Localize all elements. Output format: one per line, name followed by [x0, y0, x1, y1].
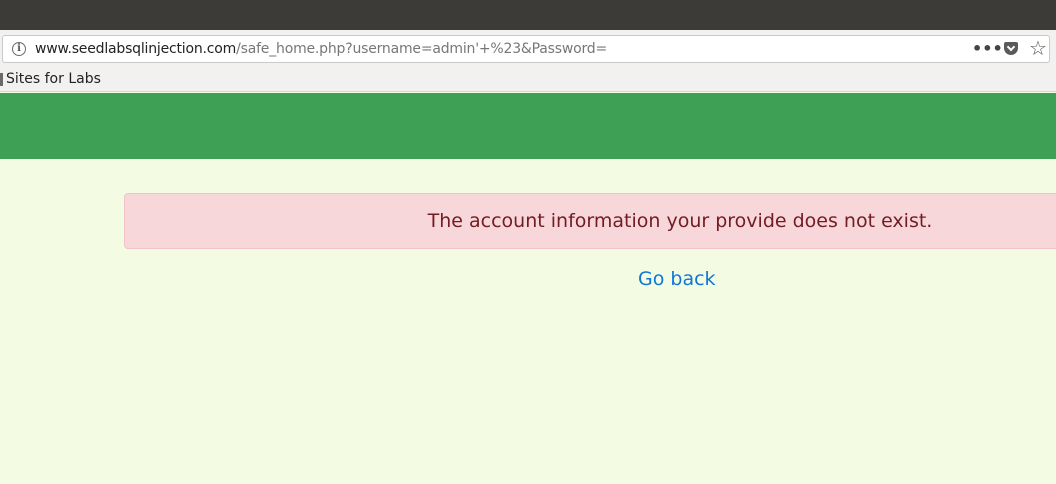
url-path: /safe_home.php?username=admin'+%23&Passw… [236, 41, 607, 57]
window-titlebar [0, 0, 1056, 30]
bookmarks-bar: Sites for Labs [0, 68, 1056, 92]
pocket-icon[interactable] [1004, 42, 1018, 55]
url-host: www.seedlabsqlinjection.com [35, 41, 237, 57]
go-back-link[interactable]: Go back [638, 268, 716, 290]
info-icon[interactable]: i [12, 42, 26, 56]
alert-message: The account information your provide doe… [427, 210, 933, 232]
url-text[interactable]: www.seedlabsqlinjection.com/safe_home.ph… [35, 41, 607, 57]
bookmark-folder-icon [0, 73, 3, 86]
error-alert: The account information your provide doe… [124, 193, 1056, 249]
bookmark-sites-for-labs[interactable]: Sites for Labs [6, 71, 101, 87]
page-header [0, 93, 1056, 159]
more-icon[interactable]: ••• [972, 39, 1003, 58]
star-icon[interactable]: ☆ [1029, 36, 1047, 60]
address-bar[interactable]: i www.seedlabsqlinjection.com/safe_home.… [2, 35, 1050, 63]
